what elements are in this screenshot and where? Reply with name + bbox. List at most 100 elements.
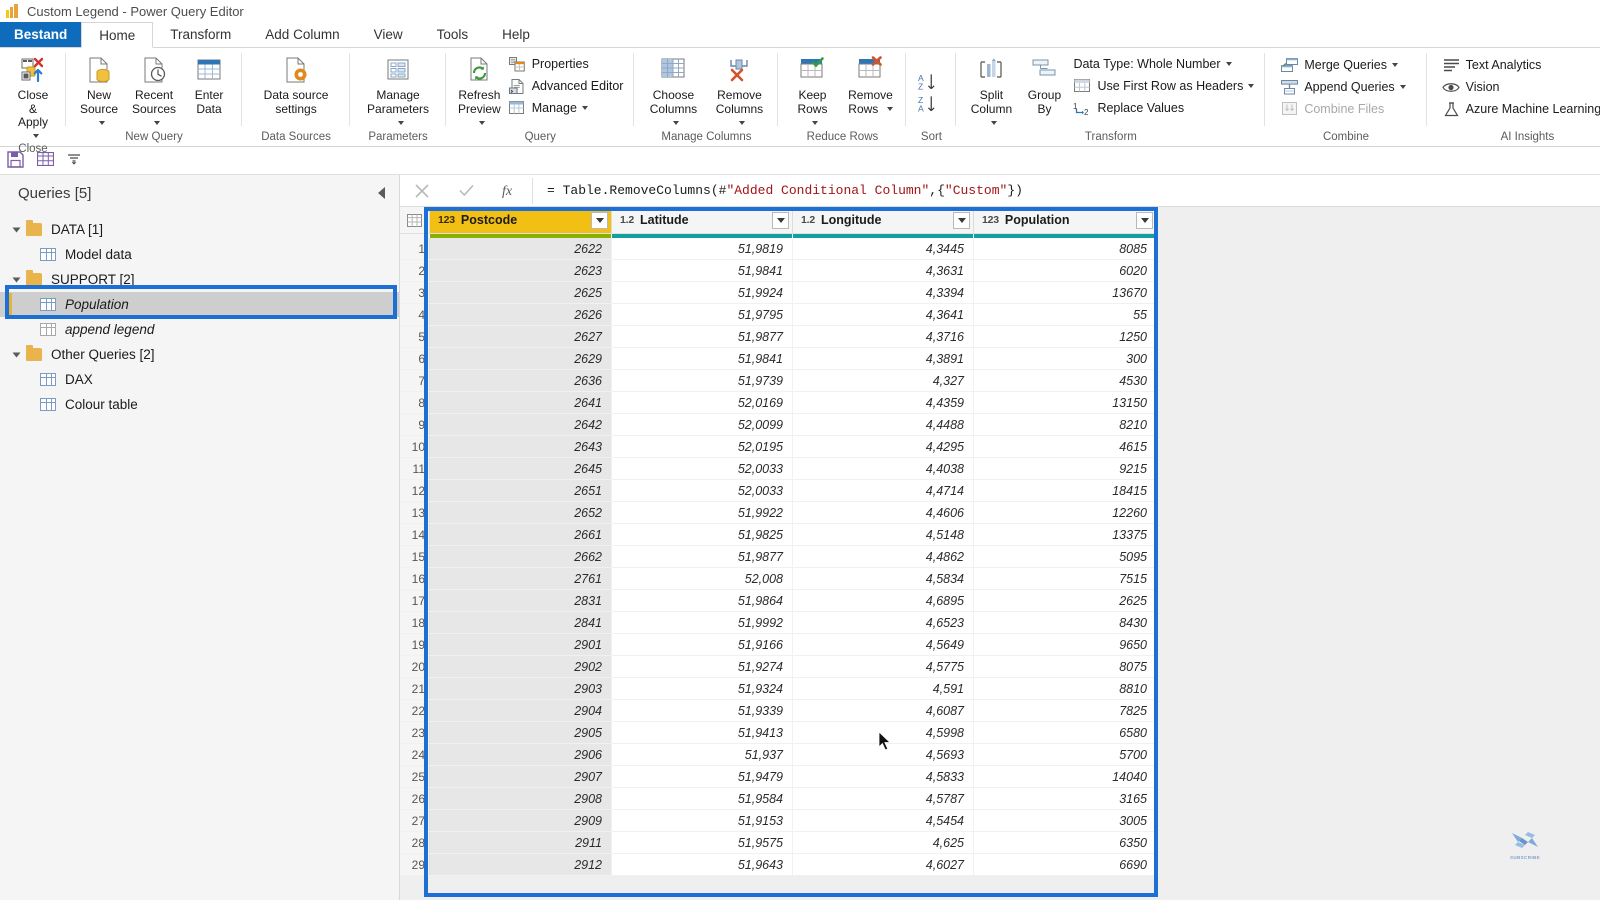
cell-latitude[interactable]: 51,9924 bbox=[612, 282, 793, 303]
table-row[interactable]: 18 2841 51,9992 4,6523 8430 bbox=[400, 612, 1158, 634]
cell-longitude[interactable]: 4,6895 bbox=[793, 590, 974, 611]
cell-postcode[interactable]: 2661 bbox=[430, 524, 612, 545]
cell-postcode[interactable]: 2643 bbox=[430, 436, 612, 457]
azure-machine-learning-button[interactable]: Azure Machine Learning bbox=[1441, 98, 1600, 120]
cell-postcode[interactable]: 2642 bbox=[430, 414, 612, 435]
cell-population[interactable]: 13670 bbox=[974, 282, 1156, 303]
tab-help[interactable]: Help bbox=[485, 22, 547, 47]
cell-latitude[interactable]: 52,0033 bbox=[612, 480, 793, 501]
cell-latitude[interactable]: 51,9877 bbox=[612, 326, 793, 347]
select-all-icon[interactable] bbox=[400, 207, 430, 233]
advanced-editor-button[interactable]: Advanced Editor bbox=[507, 75, 629, 97]
cell-postcode[interactable]: 2629 bbox=[430, 348, 612, 369]
cell-longitude[interactable]: 4,3716 bbox=[793, 326, 974, 347]
collapse-pane-icon[interactable] bbox=[378, 187, 385, 199]
tab-tools[interactable]: Tools bbox=[420, 22, 486, 47]
cell-longitude[interactable]: 4,5649 bbox=[793, 634, 974, 655]
cell-latitude[interactable]: 52,0099 bbox=[612, 414, 793, 435]
table-row[interactable]: 8 2641 52,0169 4,4359 13150 bbox=[400, 392, 1158, 414]
sidebar-item-append-legend[interactable]: append legend bbox=[0, 317, 399, 342]
replace-values-button[interactable]: 1 2 Replace Values bbox=[1072, 97, 1259, 119]
cell-population[interactable]: 14040 bbox=[974, 766, 1156, 787]
cell-latitude[interactable]: 52,0195 bbox=[612, 436, 793, 457]
keep-rows-button[interactable]: Keep Rows bbox=[784, 51, 840, 130]
cell-population[interactable]: 8075 bbox=[974, 656, 1156, 677]
tab-add-column[interactable]: Add Column bbox=[248, 22, 356, 47]
cell-postcode[interactable]: 2831 bbox=[430, 590, 612, 611]
cell-longitude[interactable]: 4,4862 bbox=[793, 546, 974, 567]
table-row[interactable]: 19 2901 51,9166 4,5649 9650 bbox=[400, 634, 1158, 656]
table-row[interactable]: 20 2902 51,9274 4,5775 8075 bbox=[400, 656, 1158, 678]
table-row[interactable]: 26 2908 51,9584 4,5787 3165 bbox=[400, 788, 1158, 810]
cell-latitude[interactable]: 52,0169 bbox=[612, 392, 793, 413]
cell-longitude[interactable]: 4,4488 bbox=[793, 414, 974, 435]
cell-longitude[interactable]: 4,4359 bbox=[793, 392, 974, 413]
fx-icon[interactable]: fx bbox=[488, 175, 532, 206]
column-header-postcode[interactable]: 123 Postcode bbox=[430, 207, 612, 233]
cell-postcode[interactable]: 2652 bbox=[430, 502, 612, 523]
data-type-button[interactable]: Data Type: Whole Number bbox=[1072, 53, 1259, 75]
cell-postcode[interactable]: 2636 bbox=[430, 370, 612, 391]
cell-longitude[interactable]: 4,4295 bbox=[793, 436, 974, 457]
cell-postcode[interactable]: 2908 bbox=[430, 788, 612, 809]
cell-longitude[interactable]: 4,5787 bbox=[793, 788, 974, 809]
cell-population[interactable]: 4530 bbox=[974, 370, 1156, 391]
cell-longitude[interactable]: 4,6087 bbox=[793, 700, 974, 721]
manage-button[interactable]: Manage bbox=[507, 97, 629, 119]
cell-longitude[interactable]: 4,3641 bbox=[793, 304, 974, 325]
cell-population[interactable]: 4615 bbox=[974, 436, 1156, 457]
cell-latitude[interactable]: 51,9864 bbox=[612, 590, 793, 611]
cell-population[interactable]: 6690 bbox=[974, 854, 1156, 875]
cell-population[interactable]: 300 bbox=[974, 348, 1156, 369]
cell-latitude[interactable]: 51,9992 bbox=[612, 612, 793, 633]
cell-latitude[interactable]: 51,9819 bbox=[612, 238, 793, 259]
cell-postcode[interactable]: 2912 bbox=[430, 854, 612, 875]
cell-population[interactable]: 5095 bbox=[974, 546, 1156, 567]
table-row[interactable]: 25 2907 51,9479 4,5833 14040 bbox=[400, 766, 1158, 788]
table-row[interactable]: 7 2636 51,9739 4,327 4530 bbox=[400, 370, 1158, 392]
cell-postcode[interactable]: 2904 bbox=[430, 700, 612, 721]
cell-longitude[interactable]: 4,6523 bbox=[793, 612, 974, 633]
cell-latitude[interactable]: 51,9643 bbox=[612, 854, 793, 875]
cell-population[interactable]: 3005 bbox=[974, 810, 1156, 831]
sort-ascending-button[interactable]: A Z bbox=[916, 71, 946, 93]
cell-longitude[interactable]: 4,591 bbox=[793, 678, 974, 699]
cancel-icon[interactable] bbox=[400, 175, 444, 206]
cell-postcode[interactable]: 2901 bbox=[430, 634, 612, 655]
cell-population[interactable]: 7825 bbox=[974, 700, 1156, 721]
accept-icon[interactable] bbox=[444, 175, 488, 206]
sort-descending-button[interactable]: Z A bbox=[916, 93, 946, 115]
table-row[interactable]: 15 2662 51,9877 4,4862 5095 bbox=[400, 546, 1158, 568]
column-filter-dropdown-icon[interactable] bbox=[591, 211, 608, 229]
table-row[interactable]: 5 2627 51,9877 4,3716 1250 bbox=[400, 326, 1158, 348]
table-row[interactable]: 1 2622 51,9819 4,3445 8085 bbox=[400, 238, 1158, 260]
cell-postcode[interactable]: 2906 bbox=[430, 744, 612, 765]
cell-postcode[interactable]: 2626 bbox=[430, 304, 612, 325]
remove-rows-button[interactable]: Remove Rows bbox=[840, 51, 900, 116]
cell-latitude[interactable]: 51,9841 bbox=[612, 348, 793, 369]
cell-latitude[interactable]: 51,9575 bbox=[612, 832, 793, 853]
cell-postcode[interactable]: 2625 bbox=[430, 282, 612, 303]
cell-population[interactable]: 5700 bbox=[974, 744, 1156, 765]
new-source-button[interactable]: New Source bbox=[72, 51, 126, 130]
remove-columns-button[interactable]: Remove Columns bbox=[706, 51, 772, 130]
column-header-latitude[interactable]: 1.2 Latitude bbox=[612, 207, 793, 233]
table-row[interactable]: 14 2661 51,9825 4,5148 13375 bbox=[400, 524, 1158, 546]
column-filter-dropdown-icon[interactable] bbox=[953, 211, 970, 229]
cell-latitude[interactable]: 51,9479 bbox=[612, 766, 793, 787]
close-and-apply-button[interactable]: Close & Apply bbox=[6, 51, 60, 143]
table-row[interactable]: 16 2761 52,008 4,5834 7515 bbox=[400, 568, 1158, 590]
cell-population[interactable]: 6020 bbox=[974, 260, 1156, 281]
table-row[interactable]: 29 2912 51,9643 4,6027 6690 bbox=[400, 854, 1158, 876]
cell-latitude[interactable]: 51,9795 bbox=[612, 304, 793, 325]
table-row[interactable]: 27 2909 51,9153 4,5454 3005 bbox=[400, 810, 1158, 832]
cell-population[interactable]: 18415 bbox=[974, 480, 1156, 501]
column-header-population[interactable]: 123 Population bbox=[974, 207, 1156, 233]
cell-longitude[interactable]: 4,5148 bbox=[793, 524, 974, 545]
query-folder-data[interactable]: DATA [1] bbox=[0, 217, 399, 242]
table-row[interactable]: 17 2831 51,9864 4,6895 2625 bbox=[400, 590, 1158, 612]
formula-input[interactable]: = Table.RemoveColumns(#"Added Conditiona… bbox=[533, 183, 1600, 198]
cell-latitude[interactable]: 51,9825 bbox=[612, 524, 793, 545]
column-header-longitude[interactable]: 1.2 Longitude bbox=[793, 207, 974, 233]
cell-longitude[interactable]: 4,5833 bbox=[793, 766, 974, 787]
